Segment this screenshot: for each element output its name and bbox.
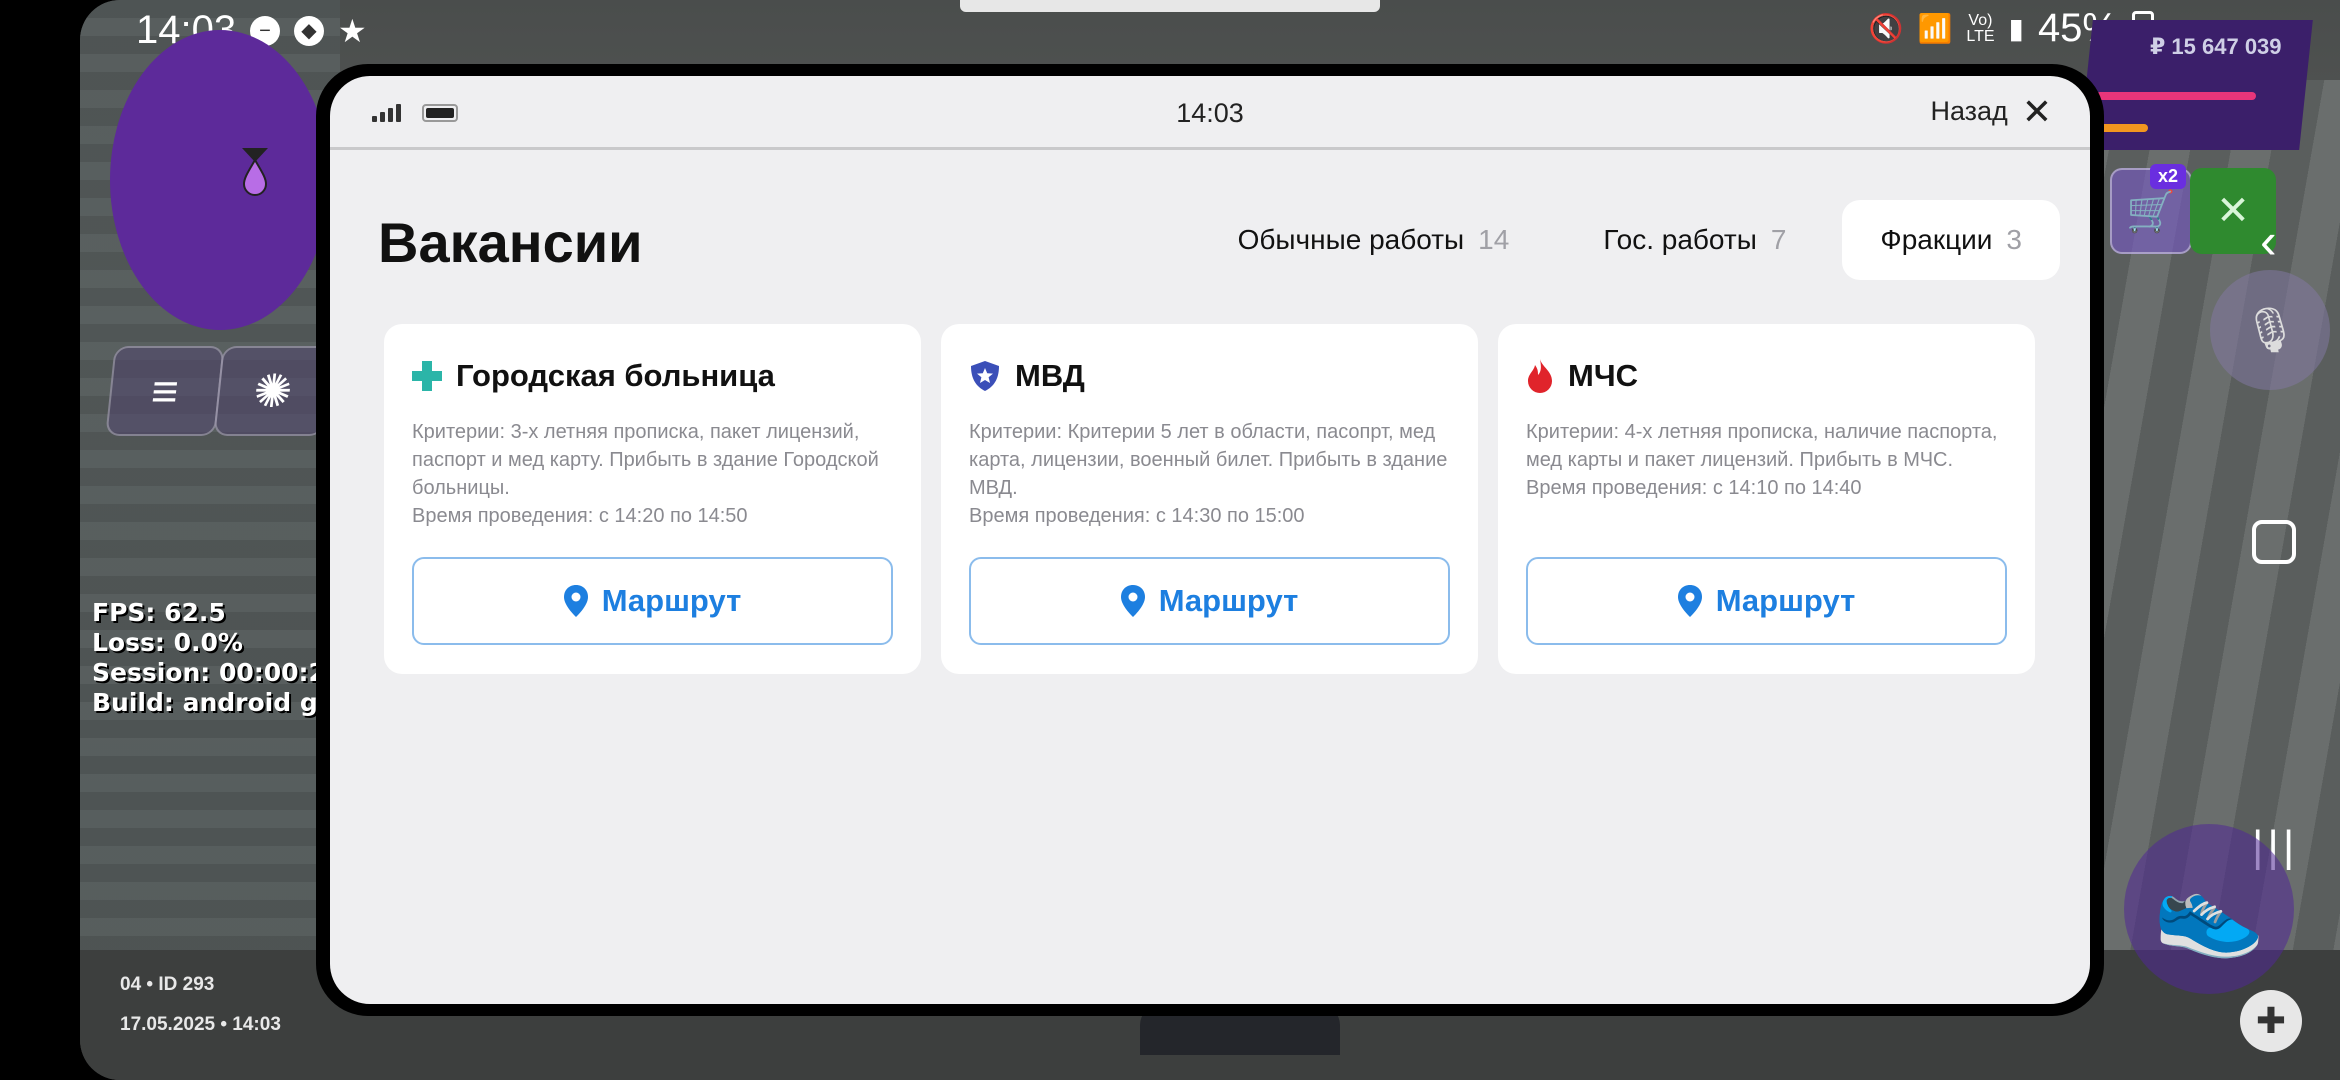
sneaker-icon: 👟 (2152, 859, 2266, 960)
money-amount: ₽ 15 647 039 (2150, 34, 2282, 59)
back-label: Назад (1930, 96, 2008, 126)
medical-cross-icon (412, 361, 442, 391)
voice-chat-button[interactable]: 🎙 (2210, 270, 2330, 390)
volte-icon: Vo) LTE (1966, 11, 1995, 45)
debug-loss: Loss: 0.0% (92, 628, 243, 657)
gamepad-icon: ✚ (2255, 1000, 2287, 1041)
recents-button[interactable] (2252, 520, 2296, 564)
wifi-icon: 📶 (1917, 13, 1953, 44)
map-pin-icon (1120, 585, 1145, 617)
card-criteria: Критерии: 4-х летняя прописка, наличие п… (1526, 421, 1998, 471)
debug-session: Session: 00:00:24 (92, 658, 344, 687)
chevron-left-icon[interactable]: ‹ (2260, 212, 2277, 270)
card-criteria: Критерии: 3-х летняя прописка, пакет лиц… (412, 421, 879, 499)
card-description: Критерии: 4-х летняя прописка, наличие п… (1526, 418, 2007, 502)
shield-icon (971, 361, 999, 391)
phone-time: 14:03 (1176, 98, 1244, 128)
route-label: Маршрут (601, 583, 742, 618)
tab-label: Обычные работы (1237, 224, 1465, 255)
phone-status-bar: 14:03 Назад ✕ (330, 76, 2090, 150)
vacancy-card-hospital: Городская больница Критерии: 3-х летняя … (384, 324, 921, 674)
date-time: 17.05.2025 • 14:03 (120, 1014, 281, 1035)
card-title: Городская больница (456, 358, 775, 393)
x2-badge: x2 (2150, 164, 2187, 189)
map-pin-icon (563, 585, 588, 617)
card-time: Время проведения: с 14:30 по 15:00 (969, 505, 1305, 527)
page-title: Вакансии (378, 211, 643, 274)
back-button[interactable]: Назад ✕ (1930, 90, 2052, 132)
map-pin-icon (1677, 585, 1702, 617)
card-time: Время проведения: с 14:10 по 14:40 (1526, 477, 1862, 499)
system-status-bar: 14:03 − ◆ ★ 🔇 📶 Vo) LTE ▮ 45% (0, 0, 2340, 64)
tab-factions[interactable]: Фракции 3 (1842, 200, 2060, 280)
tab-regular-jobs[interactable]: Обычные работы 14 (1200, 200, 1548, 280)
card-description: Критерии: 3-х летняя прописка, пакет лиц… (412, 418, 893, 530)
status-notification-icons: − ◆ ★ (250, 13, 367, 49)
server-id: 04 • ID 293 (120, 974, 215, 995)
tab-gov-jobs[interactable]: Гос. работы 7 (1565, 200, 1824, 280)
tab-count: 14 (1478, 224, 1510, 255)
mute-icon: 🔇 (1868, 13, 1904, 44)
tab-count: 7 (1770, 224, 1787, 255)
card-description: Критерии: Критерии 5 лет в области, пасо… (969, 418, 1450, 530)
cart-icon: 🛒 (2126, 189, 2176, 234)
route-button[interactable]: Маршрут (412, 557, 893, 645)
vacancy-cards: Городская больница Критерии: 3-х летняя … (384, 324, 2035, 674)
vacancy-card-mchs: МЧС Критерии: 4-х летняя прописка, налич… (1498, 324, 2035, 674)
sprint-button[interactable]: 👟 (2124, 824, 2294, 994)
tab-label: Фракции (1880, 224, 1993, 255)
menu-button[interactable]: ≡ (105, 346, 225, 436)
phone-frame: 14:03 Назад ✕ Вакансии Обычные работы 14… (316, 64, 2104, 1016)
game-tools-button[interactable]: ✚ (2240, 990, 2302, 1052)
vacancy-card-mvd: МВД Критерии: Критерии 5 лет в области, … (941, 324, 1478, 674)
card-title: МВД (1015, 358, 1085, 393)
minimap[interactable] (110, 30, 330, 330)
location-marker-icon (242, 148, 268, 196)
card-title: МЧС (1568, 358, 1638, 393)
health-bar (2096, 92, 2256, 100)
close-icon: ✕ (2021, 90, 2052, 132)
signal-icon: ▮ (2008, 13, 2024, 44)
microphone-icon: 🎙 (2242, 306, 2298, 355)
route-label: Маршрут (1715, 583, 1856, 618)
card-criteria: Критерии: Критерии 5 лет в области, пасо… (969, 421, 1448, 499)
route-button[interactable]: Маршрут (969, 557, 1450, 645)
route-label: Маршрут (1158, 583, 1299, 618)
route-button[interactable]: Маршрут (1526, 557, 2007, 645)
tab-label: Гос. работы (1603, 224, 1757, 255)
flame-icon (1528, 359, 1552, 393)
wheel-button[interactable]: ✺ (213, 346, 333, 436)
debug-fps: FPS: 62.5 (92, 598, 226, 627)
debug-build: Build: android go (92, 688, 335, 717)
star-icon: ★ (338, 13, 367, 49)
tab-count: 3 (2006, 224, 2022, 255)
phone-screen: 14:03 Назад ✕ Вакансии Обычные работы 14… (330, 76, 2090, 1004)
tabs: Обычные работы 14 Гос. работы 7 Фракции … (1200, 200, 2060, 280)
card-time: Время проведения: с 14:20 по 14:50 (412, 505, 748, 527)
debug-overlay: FPS: 62.5 Loss: 0.0% Session: 00:00:24 Buil… (92, 598, 343, 718)
rifle-icon: ✕ (2216, 189, 2250, 233)
gamepad-icon: ◆ (294, 16, 324, 46)
